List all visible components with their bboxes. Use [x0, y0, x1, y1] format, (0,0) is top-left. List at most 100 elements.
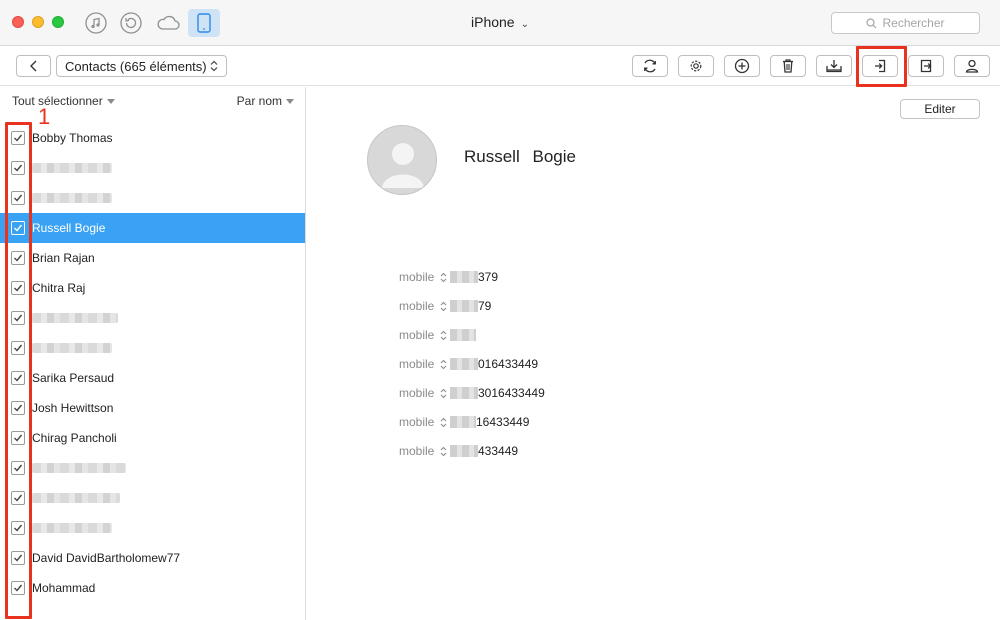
list-item[interactable]	[0, 453, 305, 483]
device-title: iPhone	[471, 14, 515, 30]
list-item[interactable]	[0, 483, 305, 513]
redacted-digits	[450, 387, 478, 399]
redacted-digits	[450, 445, 478, 457]
updown-icon[interactable]	[436, 417, 450, 428]
back-button[interactable]	[16, 55, 51, 77]
settings-button[interactable]	[678, 55, 714, 77]
list-item[interactable]	[0, 303, 305, 333]
first-name: Russell	[464, 147, 520, 166]
export-button[interactable]	[908, 55, 944, 77]
list-item[interactable]: Russell Bogie	[0, 213, 305, 243]
settings-icon	[690, 60, 702, 72]
checkbox-column-highlight	[5, 122, 32, 619]
redacted-name	[32, 343, 112, 353]
chevron-down-icon: ⌄	[520, 19, 529, 30]
list-item[interactable]: Josh Hewittson	[0, 393, 305, 423]
trash-icon	[783, 59, 793, 73]
toolbar: Contacts (665 éléments)	[0, 46, 1000, 86]
list-item[interactable]: Chitra Raj	[0, 273, 305, 303]
list-item[interactable]	[0, 183, 305, 213]
annotation-number-1: 1	[38, 104, 51, 129]
caret-down-icon	[286, 99, 294, 105]
contact-name: Chitra Raj	[32, 281, 86, 295]
select-all-button[interactable]: Tout sélectionner	[12, 94, 115, 108]
phone-label: mobile	[399, 386, 435, 400]
contact-name: Bobby Thomas	[32, 131, 113, 145]
list-item[interactable]: David DavidBartholomew77	[0, 543, 305, 573]
contact-icon	[965, 59, 979, 73]
updown-icon[interactable]	[436, 359, 450, 370]
phone-number: 79	[478, 299, 492, 313]
search-placeholder: Rechercher	[882, 16, 945, 30]
caret-down-icon	[106, 99, 115, 105]
title-bar: iPhone ⌄ Rechercher	[0, 0, 1000, 46]
category-select-label: Contacts (665 éléments)	[65, 58, 207, 74]
phone-label: mobile	[399, 299, 435, 313]
contact-full-name: Russell Bogie	[464, 147, 576, 167]
chevron-left-icon	[29, 60, 36, 72]
edit-button[interactable]: Editer	[900, 99, 980, 119]
to-computer-button[interactable]	[816, 55, 852, 77]
list-item[interactable]: Sarika Persaud	[0, 363, 305, 393]
contact-name: Mohammad	[32, 581, 96, 595]
updown-icon[interactable]	[436, 272, 450, 283]
redacted-name	[32, 163, 112, 173]
search-input[interactable]: Rechercher	[831, 12, 980, 34]
redacted-name	[32, 193, 112, 203]
phone-entry: mobile 16433449	[399, 413, 529, 431]
list-item[interactable]: Mohammad	[0, 573, 305, 603]
contact-list-pane: Tout sélectionner Par nom Bobby Thomas Ru…	[0, 87, 306, 620]
phone-label: mobile	[399, 415, 435, 429]
list-item[interactable]	[0, 333, 305, 363]
refresh-icon	[644, 59, 656, 73]
sort-button[interactable]: Par nom	[237, 94, 294, 108]
sort-label: Par nom	[236, 94, 282, 108]
redacted-name	[32, 523, 112, 533]
updown-icon[interactable]	[436, 301, 450, 312]
search-icon	[866, 17, 877, 28]
export-icon	[920, 59, 932, 73]
phone-number: 379	[478, 270, 499, 284]
redacted-name	[32, 463, 126, 473]
redacted-digits	[450, 271, 478, 283]
contact-name: Brian Rajan	[32, 251, 95, 265]
redacted-digits	[450, 329, 476, 341]
updown-icon[interactable]	[436, 446, 450, 457]
avatar	[367, 125, 437, 195]
updown-icon	[210, 60, 218, 72]
contact-button[interactable]	[954, 55, 990, 77]
import-button-highlight	[856, 46, 907, 87]
redacted-name	[32, 313, 118, 323]
select-all-label: Tout sélectionner	[12, 94, 103, 108]
phone-number: 16433449	[476, 415, 530, 429]
list-item[interactable]	[0, 513, 305, 543]
add-icon	[734, 58, 750, 74]
contact-name: Josh Hewittson	[32, 401, 114, 415]
refresh-button[interactable]	[632, 55, 668, 77]
phone-entry: mobile 379	[399, 268, 498, 286]
phone-entry: mobile 016433449	[399, 355, 538, 373]
phone-entry: mobile 79	[399, 297, 491, 315]
contact-detail-pane: Editer Russell Bogie mobile 379 mobile 79 mo…	[307, 87, 1000, 620]
phone-label: mobile	[399, 270, 435, 284]
phone-label: mobile	[399, 328, 435, 342]
phone-entry: mobile	[399, 326, 476, 344]
phone-entry: mobile 433449	[399, 442, 518, 460]
updown-icon[interactable]	[436, 388, 450, 399]
phone-label: mobile	[399, 357, 435, 371]
list-item[interactable]	[0, 153, 305, 183]
contact-name: Sarika Persaud	[32, 371, 115, 385]
list-item[interactable]: Chirag Pancholi	[0, 423, 305, 453]
updown-icon[interactable]	[436, 330, 450, 341]
add-button[interactable]	[724, 55, 760, 77]
list-item[interactable]: Brian Rajan	[0, 243, 305, 273]
redacted-digits	[450, 300, 478, 312]
delete-button[interactable]	[770, 55, 806, 77]
phone-entry: mobile 3016433449	[399, 384, 545, 402]
contact-name: Chirag Pancholi	[32, 431, 117, 445]
redacted-name	[32, 493, 120, 503]
phone-label: mobile	[399, 444, 435, 458]
category-select[interactable]: Contacts (665 éléments)	[56, 55, 227, 77]
redacted-digits	[450, 416, 476, 428]
last-name: Bogie	[532, 147, 576, 166]
